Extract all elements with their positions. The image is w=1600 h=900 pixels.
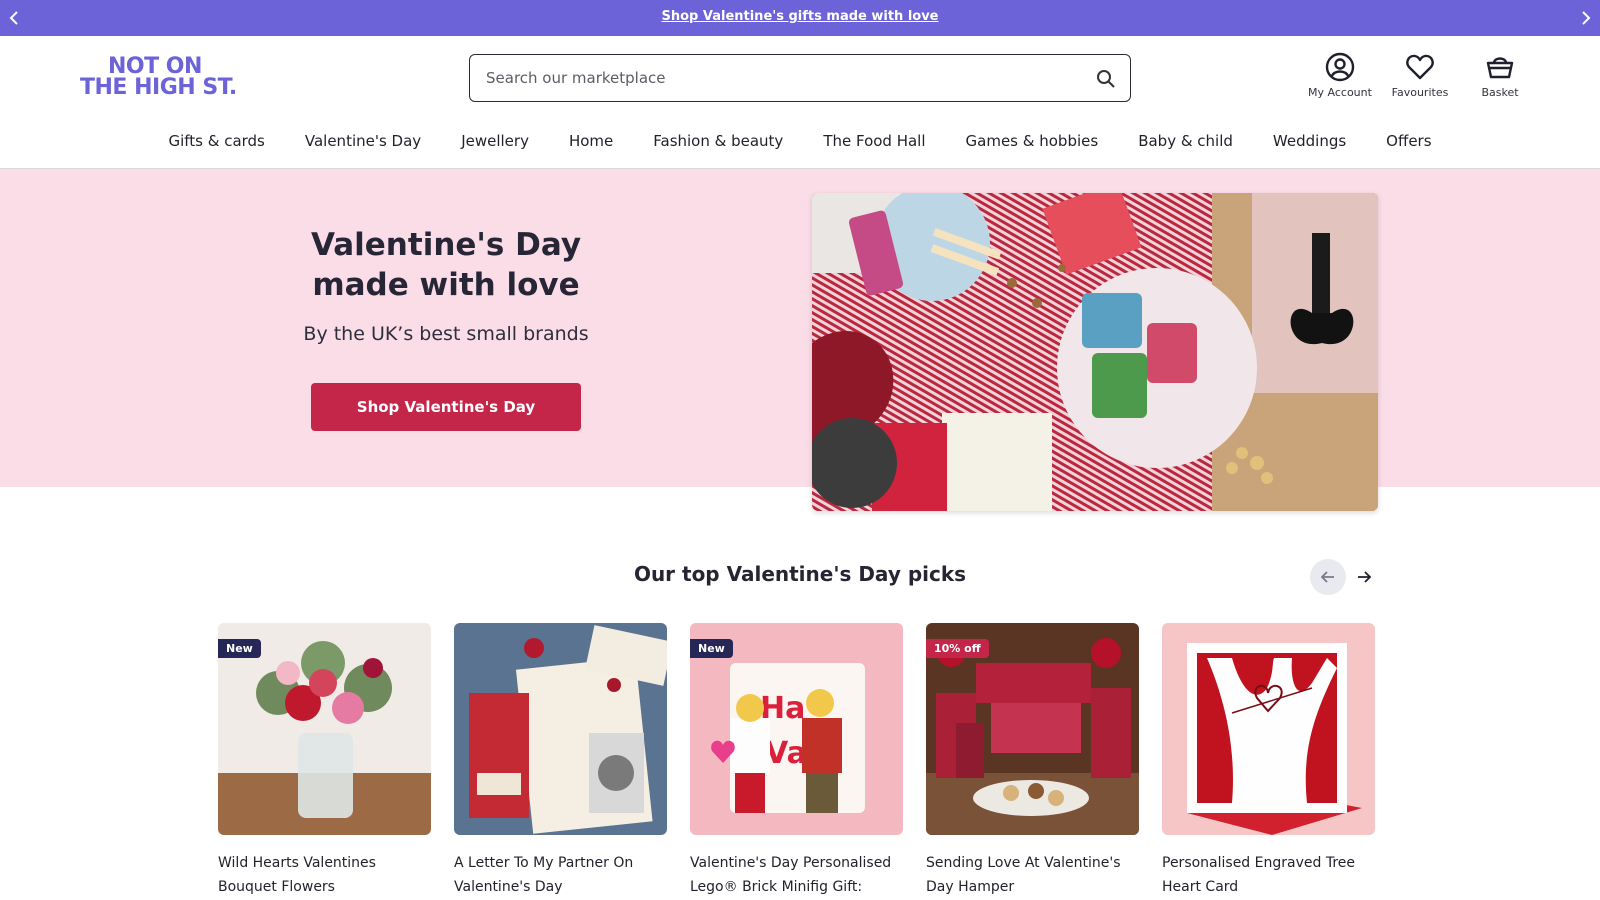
nav-item-baby-child[interactable]: Baby & child	[1138, 132, 1233, 168]
heart-icon	[1406, 54, 1434, 80]
product-image[interactable]	[1162, 623, 1375, 835]
shop-valentines-button[interactable]: Shop Valentine's Day	[311, 383, 581, 431]
announcement-bar: Shop Valentine's gifts made with love	[0, 0, 1600, 36]
main-nav: Gifts & cards Valentine's Day Jewellery …	[0, 120, 1600, 169]
nav-item-food-hall[interactable]: The Food Hall	[823, 132, 925, 168]
product-badge: 10% off	[926, 639, 989, 658]
favourites-button[interactable]: Favourites	[1380, 52, 1460, 102]
site-logo[interactable]: NOT ON THE HIGH ST.	[80, 56, 240, 102]
valentines-flatlay-image	[812, 193, 1378, 511]
letter-image	[454, 623, 667, 835]
product-title[interactable]: Wild Hearts Valentines Bouquet Flowers	[218, 851, 428, 899]
announcement-next-button[interactable]	[1573, 6, 1597, 30]
logo-line-1: NOT ON	[108, 54, 202, 79]
product-image[interactable]: 10% off	[926, 623, 1139, 835]
logo-line-2: THE HIGH ST.	[80, 75, 237, 100]
account-icon	[1325, 52, 1355, 82]
nav-item-offers[interactable]: Offers	[1386, 132, 1431, 168]
product-card[interactable]: Personalised Engraved Tree Heart Card	[1162, 623, 1375, 899]
nav-item-home[interactable]: Home	[569, 132, 613, 168]
product-card[interactable]: New Wild Hearts Valentines Bouquet Flowe…	[218, 623, 431, 899]
product-image[interactable]: New	[218, 623, 431, 835]
tree-heart-card-image	[1162, 623, 1375, 835]
product-badge: New	[218, 639, 261, 658]
product-card[interactable]: A Letter To My Partner On Valentine's Da…	[454, 623, 667, 899]
arrow-right-icon	[1358, 571, 1371, 583]
nav-item-gifts-cards[interactable]: Gifts & cards	[168, 132, 264, 168]
product-image[interactable]: Ha Va New	[690, 623, 903, 835]
product-card[interactable]: 10% off Sending Love At Valentine's Day …	[926, 623, 1139, 899]
product-title[interactable]: Personalised Engraved Tree Heart Card	[1162, 851, 1372, 899]
product-title[interactable]: Sending Love At Valentine's Day Hamper	[926, 851, 1136, 899]
hero-image[interactable]	[812, 193, 1378, 511]
product-image[interactable]	[454, 623, 667, 835]
hero-title-line-1: Valentine's Day	[310, 227, 582, 263]
hero-subtitle: By the UK’s best small brands	[303, 323, 589, 345]
search-input[interactable]	[486, 55, 1076, 101]
search-icon	[1097, 70, 1115, 88]
basket-icon	[1486, 57, 1514, 79]
nav-item-games-hobbies[interactable]: Games & hobbies	[966, 132, 1099, 168]
nav-item-valentines-day[interactable]: Valentine's Day	[305, 132, 421, 168]
chevron-right-icon	[1582, 11, 1591, 25]
carousel-next-button[interactable]	[1346, 559, 1382, 595]
product-title[interactable]: Valentine's Day Personalised Lego® Brick…	[690, 851, 900, 899]
carousel-prev-button[interactable]	[1310, 559, 1346, 595]
product-title[interactable]: A Letter To My Partner On Valentine's Da…	[454, 851, 664, 899]
arrow-left-icon	[1321, 571, 1334, 583]
my-account-button[interactable]: My Account	[1300, 52, 1380, 102]
basket-button[interactable]: Basket	[1460, 52, 1540, 102]
my-account-label: My Account	[1308, 86, 1372, 99]
nav-item-fashion-beauty[interactable]: Fashion & beauty	[653, 132, 783, 168]
product-card[interactable]: Ha Va New Valentine's Day Personalised L…	[690, 623, 903, 899]
product-badge: New	[690, 639, 733, 658]
search-box	[469, 54, 1131, 102]
basket-label: Basket	[1481, 86, 1519, 99]
hero-title: Valentine's Day made with love	[246, 225, 646, 305]
announcement-link[interactable]: Shop Valentine's gifts made with love	[0, 9, 1600, 24]
svg-text:Va: Va	[765, 736, 807, 771]
search-button[interactable]	[1094, 67, 1118, 91]
favourites-label: Favourites	[1391, 86, 1449, 99]
nav-item-jewellery[interactable]: Jewellery	[461, 132, 529, 168]
nav-item-weddings[interactable]: Weddings	[1273, 132, 1346, 168]
hero-title-line-2: made with love	[312, 267, 580, 303]
